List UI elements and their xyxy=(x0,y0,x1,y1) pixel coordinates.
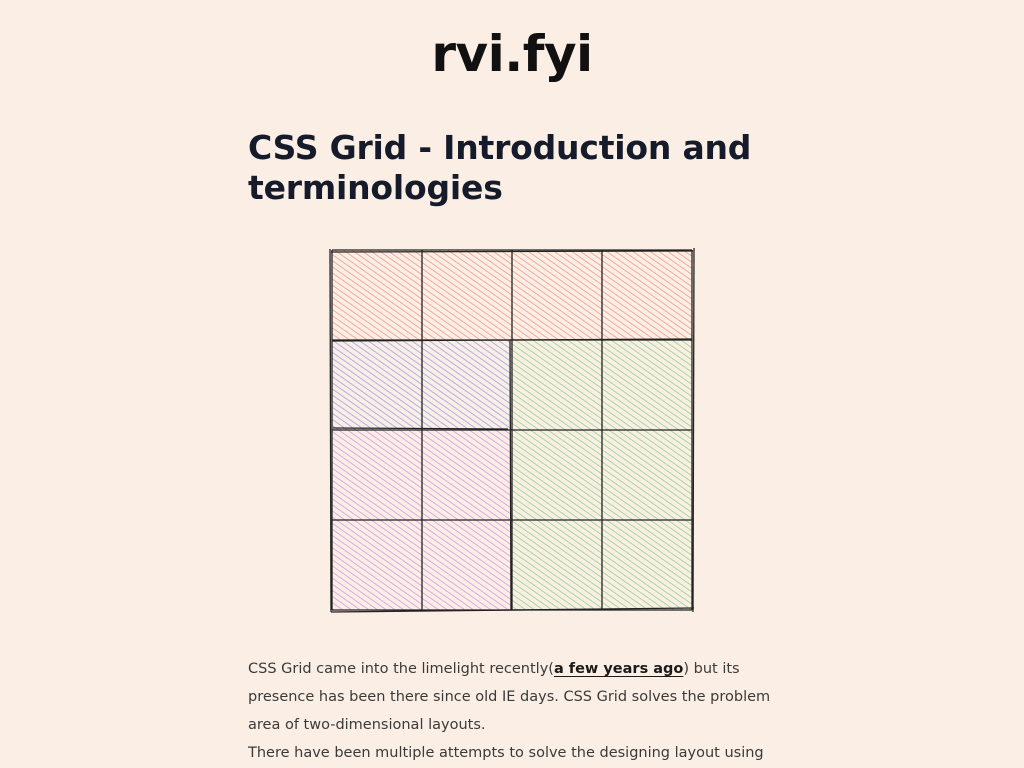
css-grid-illustration xyxy=(328,246,696,614)
article-body: CSS Grid came into the limelight recentl… xyxy=(248,655,778,767)
paragraph-intro-start: CSS Grid came into the limelight recentl… xyxy=(248,661,554,677)
paragraph-second: There have been multiple attempts to sol… xyxy=(248,745,764,761)
post-title: CSS Grid - Introduction and terminologie… xyxy=(248,128,752,207)
few-years-ago-link[interactable]: a few years ago xyxy=(554,661,683,677)
grid-sketch-svg xyxy=(329,247,695,613)
article: CSS Grid - Introduction and terminologie… xyxy=(248,128,778,208)
paragraph-intro: CSS Grid came into the limelight recentl… xyxy=(248,655,778,739)
site-title-link[interactable]: rvi.fyi xyxy=(0,22,1024,86)
